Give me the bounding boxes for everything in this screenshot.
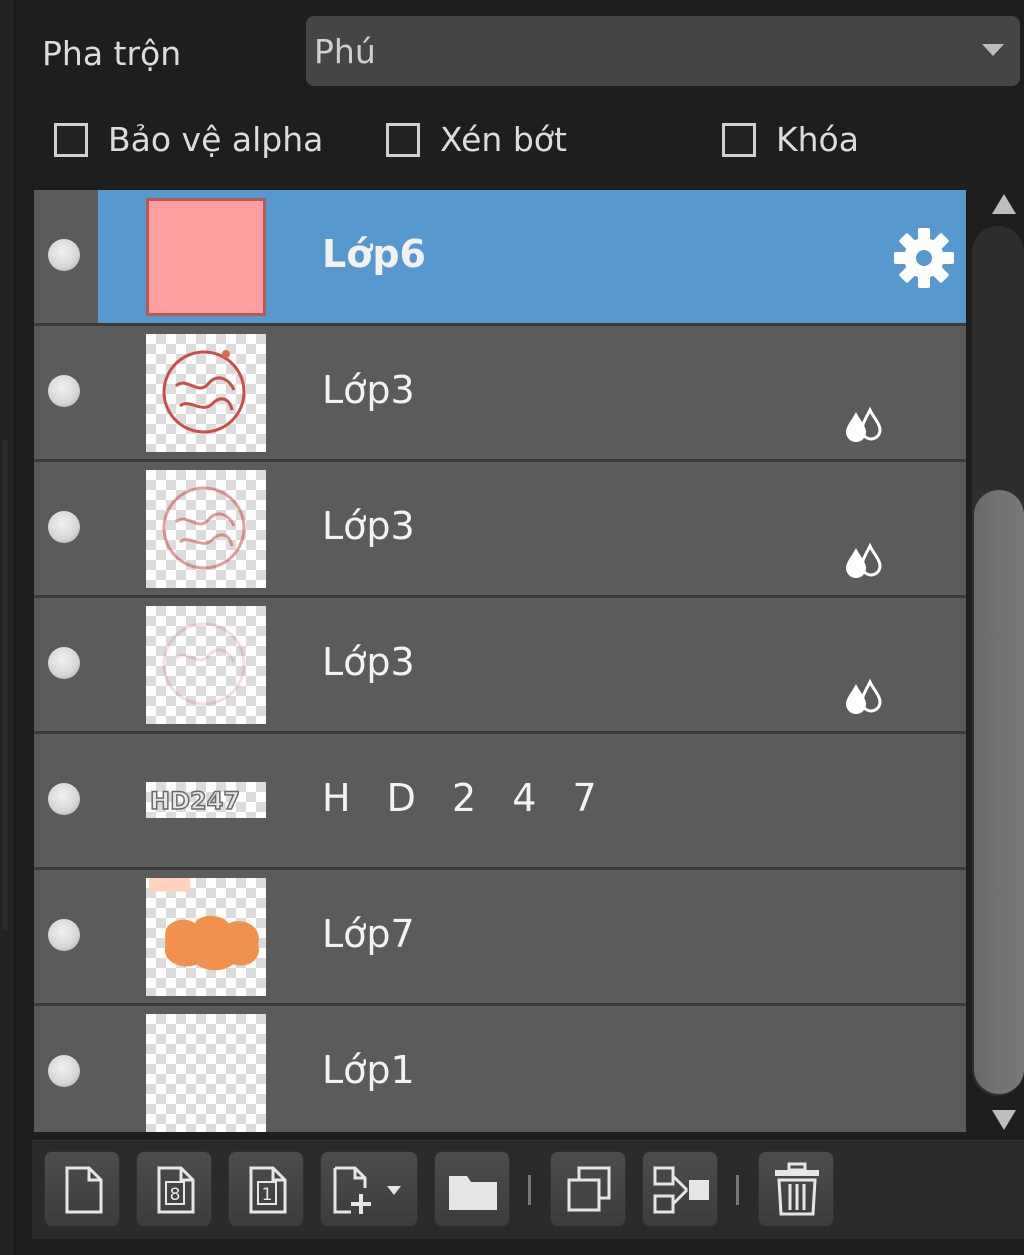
checkbox-box[interactable] <box>54 122 88 157</box>
new-layer-icon <box>65 1166 103 1214</box>
visibility-toggle[interactable] <box>48 783 80 815</box>
toolbar-separator <box>736 1175 739 1205</box>
visibility-column <box>34 326 98 459</box>
blend-mode-select[interactable]: Phú <box>306 16 1020 86</box>
layer-name: Lớp6 <box>322 232 426 276</box>
layer-row[interactable]: Lớp6 <box>34 190 966 323</box>
scroll-up-arrow-icon[interactable] <box>992 194 1016 214</box>
panel-splitter[interactable] <box>2 440 8 930</box>
layer-thumbnail: HD247 <box>146 782 266 818</box>
opacity-drops-icon <box>846 542 882 578</box>
layer-row[interactable]: Lớp1 <box>34 1006 966 1132</box>
visibility-column <box>34 734 98 867</box>
text-thumbnail-icon: HD247 <box>149 786 241 816</box>
layer-thumbnail <box>146 878 266 996</box>
opacity-drops-icon <box>846 678 882 714</box>
layer-name: Lớp7 <box>322 912 415 956</box>
layer-thumbnail <box>146 606 266 724</box>
stamp-thumbnail-icon <box>162 486 246 570</box>
protect-alpha-checkbox[interactable]: Bảo vệ alpha <box>54 120 323 159</box>
merge-down-button[interactable] <box>642 1151 718 1227</box>
svg-text:1: 1 <box>262 1185 273 1205</box>
scroll-down-arrow-icon[interactable] <box>992 1110 1016 1130</box>
visibility-column <box>34 1006 98 1132</box>
visibility-toggle[interactable] <box>48 647 80 679</box>
duplicate-layer-icon <box>567 1166 611 1212</box>
new-folder-button[interactable] <box>434 1151 510 1227</box>
panel-left-edge <box>0 0 15 1255</box>
checkbox-box[interactable] <box>386 122 420 157</box>
checkbox-box[interactable] <box>722 122 756 157</box>
layer-name: Lớp1 <box>322 1048 415 1092</box>
clipping-label: Xén bớt <box>440 120 567 159</box>
visibility-toggle[interactable] <box>48 919 80 951</box>
visibility-toggle[interactable] <box>48 511 80 543</box>
lock-checkbox[interactable]: Khóa <box>722 120 859 159</box>
visibility-toggle[interactable] <box>48 1055 80 1087</box>
layer-row[interactable]: Lớp3 <box>34 598 966 731</box>
add-layer-menu-icon <box>333 1166 401 1214</box>
protect-alpha-label: Bảo vệ alpha <box>108 120 324 159</box>
svg-text:HD247: HD247 <box>150 787 240 815</box>
layer-name: Lớp3 <box>322 640 415 684</box>
layer-row[interactable]: HD247 H D 2 4 7 <box>34 734 966 867</box>
visibility-column <box>34 870 98 1003</box>
visibility-toggle[interactable] <box>48 239 80 271</box>
opacity-drops-icon <box>846 406 882 442</box>
delete-layer-button[interactable] <box>758 1151 834 1227</box>
visibility-column <box>34 598 98 731</box>
new-1bit-layer-icon: 1 <box>249 1166 287 1214</box>
new-8bit-layer-icon: 8 <box>157 1166 195 1214</box>
chevron-down-icon <box>982 44 1004 56</box>
layer-thumbnail <box>146 198 266 316</box>
layer-thumbnail <box>146 1014 266 1132</box>
scrollbar-thumb[interactable] <box>974 490 1024 1094</box>
layer-list[interactable]: Lớp6 Lớp3 Lớp3 Lớp3 HD247 H D 2 4 7 Lớp7… <box>34 190 966 1132</box>
new-8bit-layer-button[interactable]: 8 <box>136 1151 212 1227</box>
lock-label: Khóa <box>776 120 859 159</box>
blob-thumbnail-icon <box>149 878 259 971</box>
new-1bit-layer-button[interactable]: 1 <box>228 1151 304 1227</box>
folder-icon <box>449 1176 497 1210</box>
layer-thumbnail <box>146 470 266 588</box>
layer-row[interactable]: Lớp3 <box>34 462 966 595</box>
new-layer-button[interactable] <box>44 1151 120 1227</box>
visibility-column <box>34 190 98 323</box>
clipping-checkbox[interactable]: Xén bớt <box>386 120 567 159</box>
add-layer-menu-button[interactable] <box>320 1151 418 1227</box>
blend-mode-value: Phú <box>314 31 376 71</box>
delete-icon <box>775 1162 819 1216</box>
visibility-toggle[interactable] <box>48 375 80 407</box>
duplicate-layer-button[interactable] <box>550 1151 626 1227</box>
stamp-thumbnail-icon <box>162 350 246 434</box>
layer-row[interactable]: Lớp3 <box>34 326 966 459</box>
svg-text:8: 8 <box>170 1185 181 1205</box>
toolbar-separator <box>528 1175 531 1205</box>
gear-icon[interactable] <box>892 226 956 290</box>
layer-row[interactable]: Lớp7 <box>34 870 966 1003</box>
layer-thumbnail <box>146 334 266 452</box>
blend-mode-label: Pha trộn <box>42 34 182 73</box>
layer-name: Lớp3 <box>322 504 415 548</box>
layer-toolbar: 8 1 <box>32 1140 1024 1239</box>
stamp-thumbnail-icon <box>162 622 246 706</box>
merge-down-icon <box>653 1166 709 1214</box>
layer-name: Lớp3 <box>322 368 415 412</box>
visibility-column <box>34 462 98 595</box>
layer-name: H D 2 4 7 <box>322 776 609 820</box>
